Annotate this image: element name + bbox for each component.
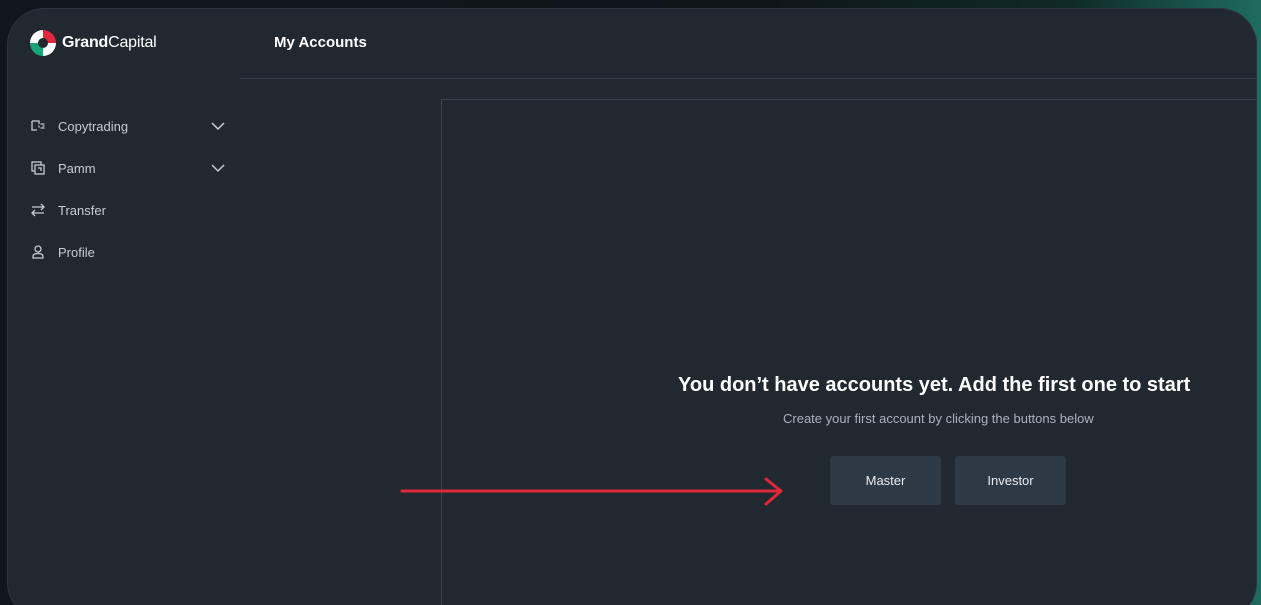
brand-name-light: Capital: [108, 34, 157, 51]
master-button[interactable]: Master: [830, 456, 941, 505]
brand-logo[interactable]: GrandCapital: [30, 30, 157, 56]
brand-name-bold: Grand: [62, 34, 109, 51]
sidebar-item-pamm[interactable]: Pamm: [30, 147, 226, 189]
brand-logo-icon: [30, 30, 56, 56]
page-title: My Accounts: [274, 34, 367, 51]
sidebar-item-copytrading[interactable]: Copytrading: [30, 105, 226, 147]
empty-state-subtitle: Create your first account by clicking th…: [783, 411, 1094, 426]
sidebar-item-label: Profile: [58, 244, 95, 260]
accounts-panel: [441, 99, 1256, 605]
pamm-icon: [30, 160, 46, 176]
app-window: GrandCapital My Accounts Copytrading Pam…: [8, 9, 1256, 605]
sidebar-nav: Copytrading Pamm Transfer Profile: [30, 105, 226, 273]
brand-name: GrandCapital: [62, 34, 157, 52]
copytrading-icon: [30, 118, 46, 134]
sidebar-item-label: Copytrading: [58, 118, 129, 134]
chevron-down-icon[interactable]: [210, 163, 226, 173]
sidebar-item-label: Transfer: [58, 202, 106, 218]
sidebar-item-transfer[interactable]: Transfer: [30, 189, 226, 231]
chevron-down-icon[interactable]: [210, 121, 226, 131]
sidebar-item-profile[interactable]: Profile: [30, 231, 226, 273]
annotation-arrow-icon: [400, 477, 783, 506]
transfer-icon: [30, 202, 46, 218]
user-icon: [30, 244, 46, 260]
sidebar-item-label: Pamm: [58, 160, 96, 176]
investor-button[interactable]: Investor: [955, 456, 1066, 505]
header-divider: [240, 78, 1256, 79]
empty-state-title: You don’t have accounts yet. Add the fir…: [678, 374, 1191, 396]
